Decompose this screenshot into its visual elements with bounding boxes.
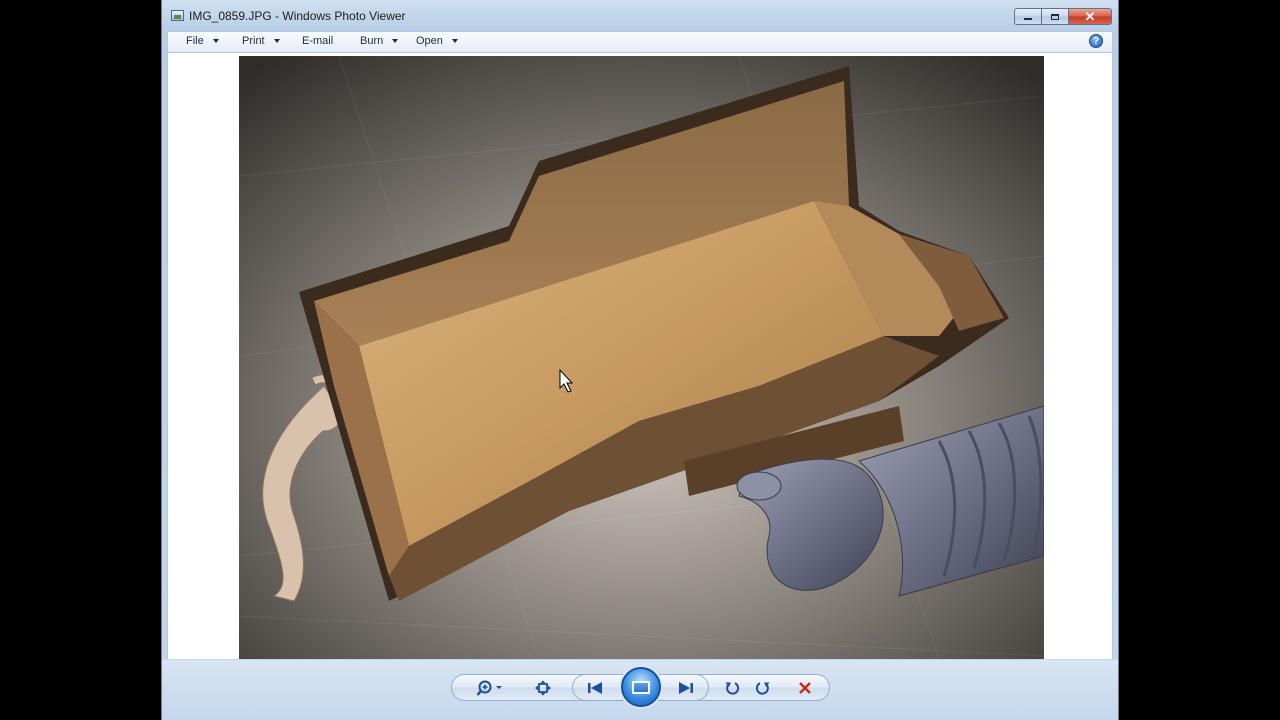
title-bar[interactable]: IMG_0859.JPG - Windows Photo Viewer ✕ xyxy=(162,0,1118,32)
chevron-down-icon xyxy=(273,39,280,43)
menu-print[interactable]: Print xyxy=(242,35,280,47)
window-controls: ✕ xyxy=(1014,8,1112,25)
help-icon[interactable]: ? xyxy=(1089,34,1103,48)
delete-button[interactable] xyxy=(790,674,820,701)
window-title: IMG_0859.JPG - Windows Photo Viewer xyxy=(189,9,406,23)
menu-open-label: Open xyxy=(416,35,443,47)
photo-illustration xyxy=(239,56,1044,659)
rotate-clockwise-button[interactable] xyxy=(748,674,778,701)
rotate-counterclockwise-button[interactable] xyxy=(717,674,747,701)
menu-email-label: E-mail xyxy=(302,35,334,47)
zoom-button[interactable] xyxy=(473,674,509,701)
previous-button[interactable] xyxy=(580,674,610,701)
minimize-button[interactable] xyxy=(1014,8,1041,25)
previous-icon xyxy=(588,681,602,694)
menu-print-label: Print xyxy=(242,35,265,47)
menu-burn[interactable]: Burn xyxy=(360,35,399,47)
rotate-left-icon xyxy=(725,681,740,695)
maximize-icon xyxy=(1051,13,1059,20)
delete-icon xyxy=(799,681,811,694)
actual-size-button[interactable] xyxy=(528,674,558,701)
photo-viewer-window: IMG_0859.JPG - Windows Photo Viewer ✕ Fi… xyxy=(161,0,1119,720)
close-icon: ✕ xyxy=(1084,9,1096,24)
displayed-photo xyxy=(239,56,1044,659)
menu-file[interactable]: File xyxy=(186,35,219,47)
menu-file-label: File xyxy=(186,35,204,47)
next-icon xyxy=(679,681,693,694)
chevron-down-icon xyxy=(212,39,219,43)
magnifier-icon xyxy=(476,680,502,696)
chevron-down-icon xyxy=(451,39,458,43)
minimize-icon xyxy=(1024,18,1032,20)
pipe-opening xyxy=(736,471,782,501)
menu-email[interactable]: E-mail xyxy=(302,35,333,47)
image-viewport[interactable] xyxy=(167,53,1113,659)
close-button[interactable]: ✕ xyxy=(1068,8,1112,25)
photo-viewer-app-icon xyxy=(171,10,184,21)
slideshow-icon xyxy=(632,680,650,694)
next-button[interactable] xyxy=(671,674,701,701)
rotate-right-icon xyxy=(755,681,770,695)
slideshow-button[interactable] xyxy=(621,667,661,707)
bottom-toolbar xyxy=(162,660,1118,720)
maximize-button[interactable] xyxy=(1041,8,1068,25)
menu-burn-label: Burn xyxy=(360,35,384,47)
menu-open[interactable]: Open xyxy=(416,35,458,47)
chevron-down-icon xyxy=(392,39,399,43)
menu-bar: File Print E-mail Burn Open ? xyxy=(167,31,1113,53)
fit-window-icon xyxy=(535,680,551,695)
